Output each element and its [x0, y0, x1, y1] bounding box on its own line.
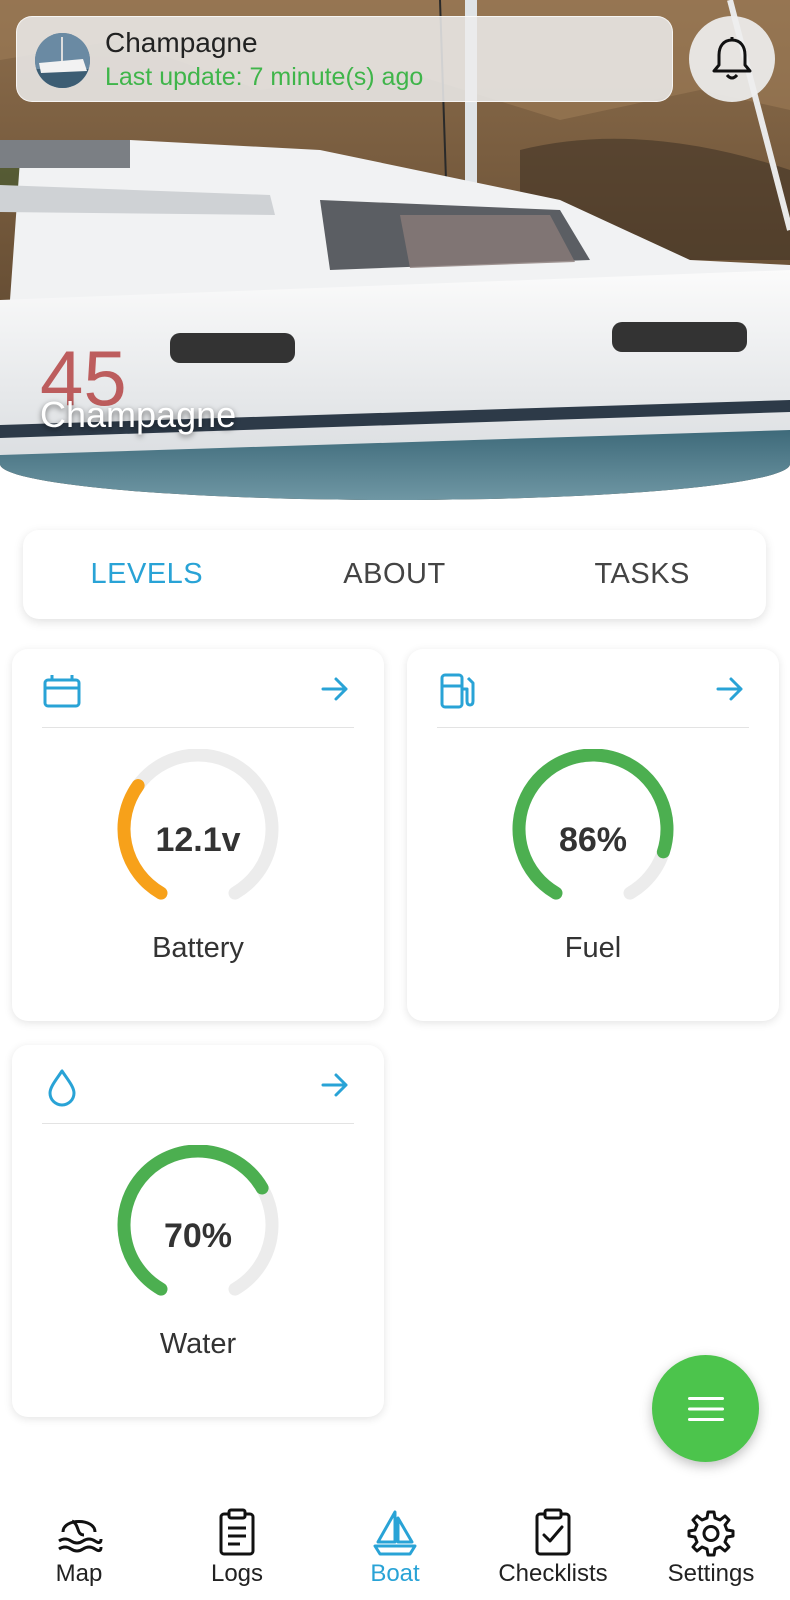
bell-icon — [712, 37, 752, 80]
boat-avatar — [35, 33, 90, 88]
water-drop-icon — [48, 1069, 76, 1107]
nav-settings[interactable]: Settings — [632, 1508, 790, 1588]
nav-boat-label: Boat — [370, 1560, 420, 1587]
menu-fab-button[interactable] — [652, 1355, 759, 1462]
fuel-value: 86% — [558, 821, 628, 859]
checklist-icon — [535, 1508, 571, 1556]
bottom-navigation: Map Logs Boat Checklists Settings — [0, 1490, 790, 1600]
card-divider — [42, 1123, 354, 1124]
arrow-right-icon[interactable] — [320, 1071, 350, 1099]
battery-icon — [43, 675, 81, 708]
logs-clipboard-icon — [219, 1508, 255, 1556]
battery-label: Battery — [152, 932, 244, 964]
tab-levels[interactable]: LEVELS — [23, 558, 271, 591]
nav-boat[interactable]: Boat — [316, 1508, 474, 1588]
notifications-button[interactable] — [689, 16, 775, 102]
battery-value: 12.1v — [155, 821, 241, 859]
last-update-text: Last update: 7 minute(s) ago — [105, 63, 424, 91]
water-level-card[interactable]: 70% Water — [12, 1045, 384, 1417]
water-label: Water — [159, 1328, 237, 1360]
nav-map-label: Map — [55, 1560, 103, 1587]
boat-name: Champagne — [105, 27, 258, 58]
fuel-pump-icon — [440, 673, 475, 709]
map-icon — [58, 1519, 103, 1553]
tab-about[interactable]: ABOUT — [271, 558, 519, 591]
arrow-right-icon[interactable] — [715, 675, 745, 703]
nav-logs[interactable]: Logs — [158, 1508, 316, 1588]
fuel-level-card[interactable]: 86% Fuel — [407, 649, 779, 1021]
nav-map[interactable]: Map — [0, 1508, 158, 1588]
nav-checklists-label: Checklists — [498, 1560, 608, 1587]
sailboat-icon — [373, 1510, 417, 1556]
battery-level-card[interactable]: 12.1v Battery — [12, 649, 384, 1021]
water-value: 70% — [163, 1217, 233, 1255]
nav-settings-label: Settings — [667, 1560, 755, 1587]
hero-boat-name: Champagne — [40, 394, 237, 435]
segment-tabs: LEVELS ABOUT TASKS — [23, 530, 766, 619]
card-divider — [42, 727, 354, 728]
nav-logs-label: Logs — [210, 1560, 264, 1587]
arrow-right-icon[interactable] — [320, 675, 350, 703]
menu-icon — [687, 1396, 724, 1421]
fuel-label: Fuel — [564, 932, 622, 964]
gear-icon — [687, 1510, 735, 1557]
tab-tasks[interactable]: TASKS — [518, 558, 766, 591]
nav-checklists[interactable]: Checklists — [474, 1508, 632, 1588]
card-divider — [437, 727, 749, 728]
boat-info-card[interactable]: Champagne Last update: 7 minute(s) ago — [16, 16, 673, 102]
